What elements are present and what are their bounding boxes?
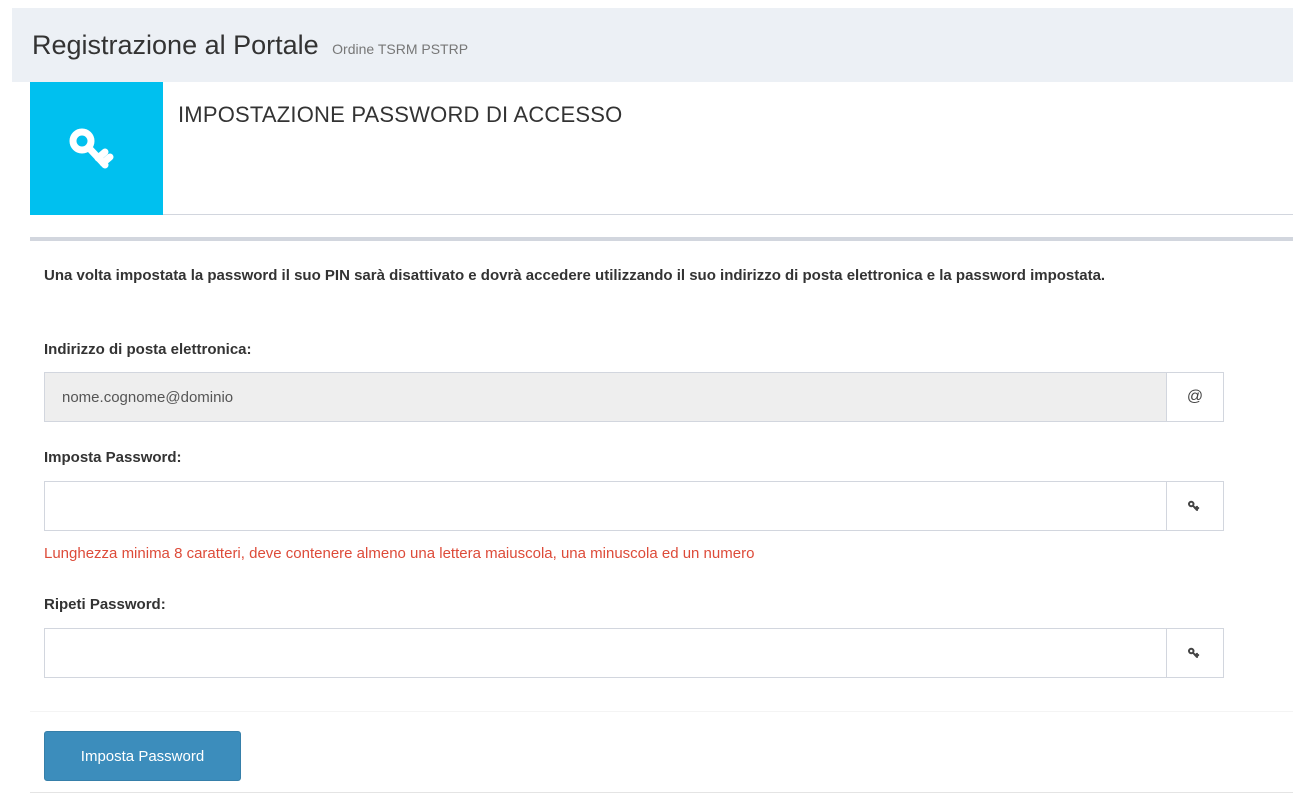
page-title: Registrazione al Portale Ordine TSRM PST… <box>32 30 468 61</box>
email-field[interactable] <box>44 372 1167 422</box>
repeat-password-input-group <box>44 628 1224 678</box>
password-label: Imposta Password: <box>44 449 182 466</box>
left-margin <box>0 0 12 812</box>
key-icon <box>1188 500 1200 511</box>
intro-text: Una volta impostata la password il suo P… <box>44 267 1106 284</box>
repeat-password-label: Ripeti Password: <box>44 596 166 613</box>
at-sign-addon: @ <box>1166 372 1224 422</box>
repeat-password-addon <box>1166 628 1224 678</box>
top-margin <box>12 0 1293 8</box>
password-help-text: Lunghezza minima 8 caratteri, deve conte… <box>44 545 755 562</box>
repeat-password-field[interactable] <box>44 628 1167 678</box>
key-icon <box>1188 647 1200 658</box>
info-box-title: IMPOSTAZIONE PASSWORD DI ACCESSO <box>178 102 623 127</box>
email-input-group: @ <box>44 372 1224 422</box>
page-title-text: Registrazione al Portale <box>32 30 319 60</box>
set-password-button[interactable]: Imposta Password <box>44 731 241 781</box>
box-footer-divider <box>30 711 1293 712</box>
password-addon <box>1166 481 1224 531</box>
page-subtitle: Ordine TSRM PSTRP <box>332 41 469 57</box>
content-header: Registrazione al Portale Ordine TSRM PST… <box>12 8 1293 82</box>
password-input-group <box>44 481 1224 531</box>
password-field[interactable] <box>44 481 1167 531</box>
email-label: Indirizzo di posta elettronica: <box>44 341 252 358</box>
info-box-icon-panel <box>30 82 163 215</box>
info-box: IMPOSTAZIONE PASSWORD DI ACCESSO <box>30 82 1293 215</box>
key-icon <box>69 128 113 168</box>
password-form-box: Una volta impostata la password il suo P… <box>30 237 1293 793</box>
